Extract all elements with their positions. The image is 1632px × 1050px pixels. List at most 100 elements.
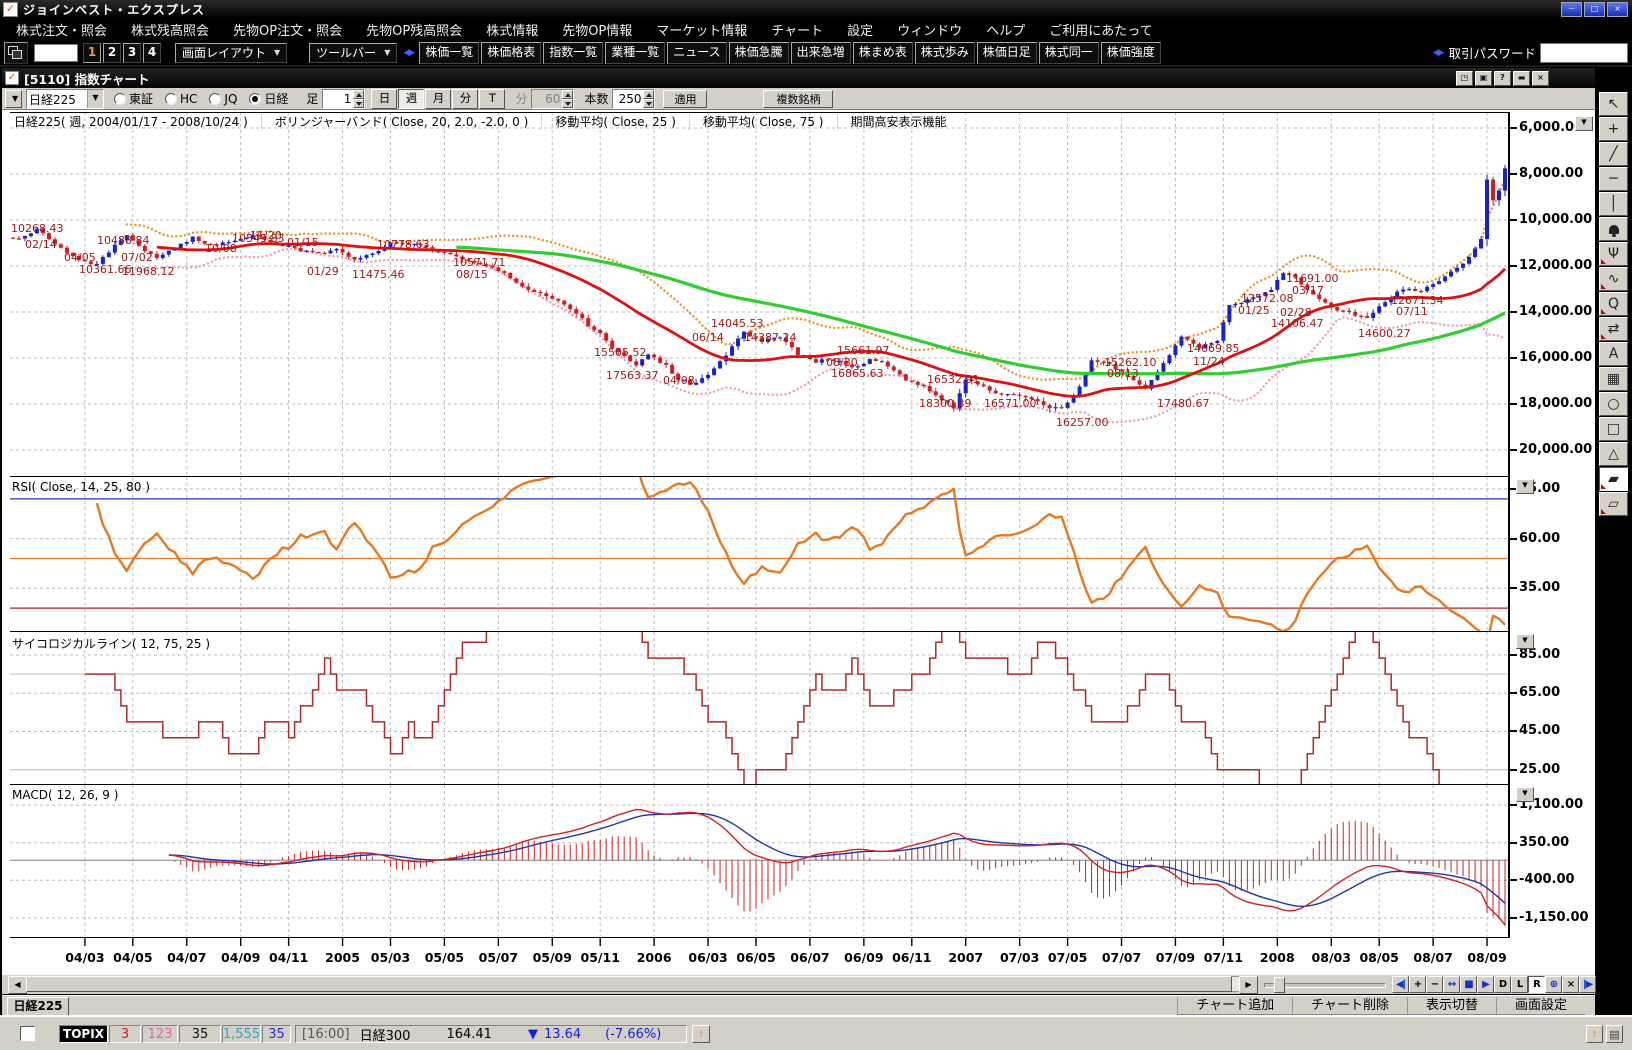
statusbar-list-button[interactable]: ▤ [1606, 1025, 1623, 1043]
pane-scroll-button[interactable]: ▼ [1516, 787, 1534, 802]
quick-button-7[interactable]: 株まめ表 [853, 42, 913, 64]
nav-mode-r-button[interactable]: R [1528, 976, 1545, 993]
symbol-list-button[interactable]: ▼ [5, 90, 22, 108]
stepper-arrows-icon[interactable] [643, 90, 654, 108]
quick-button-0[interactable]: 株価一覧 [419, 42, 479, 64]
nav-magnify-button[interactable]: ⊕ [1545, 976, 1562, 993]
ticker-up-button[interactable]: ↑ [692, 1025, 710, 1043]
market-radio-1[interactable]: HC [165, 92, 197, 106]
macd-panel[interactable] [10, 785, 1508, 938]
tool-crosshair-icon[interactable]: + [1599, 117, 1628, 141]
toolbar-menu-button[interactable]: ツールバー▼ [309, 43, 397, 63]
tool-ellipse-icon[interactable]: ○ [1599, 392, 1628, 416]
menu-item-10[interactable]: ヘルプ [974, 20, 1037, 39]
tool-trend-line-icon[interactable]: ╱ [1599, 142, 1628, 166]
nav-play-button[interactable]: ▶ [1477, 976, 1494, 993]
quick-button-2[interactable]: 指数一覧 [543, 42, 603, 64]
tool-grid-icon[interactable]: ▦ [1599, 367, 1628, 391]
chart-window-duplicate-button[interactable]: ▣ [1475, 71, 1492, 86]
scrollbar-thumb[interactable] [26, 976, 1232, 992]
zoom-slider-handle[interactable] [1274, 977, 1285, 993]
tool-eraser-icon[interactable]: ▰ [1599, 467, 1628, 491]
toolbar-collapse-icon[interactable]: ◀▶ [403, 48, 413, 58]
menu-item-6[interactable]: マーケット情報 [644, 20, 759, 39]
quick-button-11[interactable]: 株価強度 [1101, 42, 1161, 64]
nav-clear-button[interactable]: × [1562, 976, 1579, 993]
tool-vertical-line-icon[interactable]: │ [1599, 192, 1628, 216]
quick-button-6[interactable]: 出来急増 [791, 42, 851, 64]
action-button-2[interactable]: 表示切替 [1407, 997, 1496, 1014]
interval-input[interactable] [323, 90, 353, 108]
action-button-3[interactable]: 画面設定 [1496, 997, 1585, 1014]
tool-rectangle-icon[interactable]: □ [1599, 417, 1628, 441]
chart-window-minimize-button[interactable]: ▬ [1513, 71, 1530, 86]
quick-button-8[interactable]: 株式歩み [915, 42, 975, 64]
tool-triangle-icon[interactable]: △ [1599, 442, 1628, 466]
tab-nikkei225[interactable]: 日経225 [7, 997, 69, 1016]
menu-item-7[interactable]: チャート [759, 20, 835, 39]
tool-fibonacci-fan-icon[interactable]: Ψ [1599, 242, 1628, 266]
nav-mode-l-button[interactable]: L [1511, 976, 1528, 993]
pane-scroll-button[interactable]: ▼ [1516, 479, 1534, 494]
quick-button-9[interactable]: 株価日足 [977, 42, 1037, 64]
menu-item-5[interactable]: 先物OP情報 [550, 20, 644, 39]
menu-item-3[interactable]: 先物OP残高照会 [354, 20, 474, 39]
psychological-panel[interactable] [10, 632, 1508, 785]
statusbar-up-button[interactable]: ↑ [1586, 1025, 1603, 1043]
menu-item-1[interactable]: 株式残高照会 [119, 20, 221, 39]
workspace-button-1[interactable]: 1 [83, 43, 101, 63]
market-radio-0[interactable]: 東証 [114, 90, 153, 107]
nav-mode-d-button[interactable]: D [1494, 976, 1511, 993]
chart-window-help-button[interactable]: ? [1494, 71, 1511, 86]
workspace-button-3[interactable]: 3 [123, 43, 141, 63]
menu-item-4[interactable]: 株式情報 [474, 20, 550, 39]
rsi-panel[interactable] [10, 477, 1508, 632]
workspace-button-2[interactable]: 2 [103, 43, 121, 63]
quick-button-5[interactable]: 株価急騰 [729, 42, 789, 64]
nav-fit-width-button[interactable]: ↔ [1443, 976, 1460, 993]
bar-count-stepper[interactable] [612, 89, 655, 109]
trade-password-input[interactable] [1540, 43, 1628, 63]
symbol-combobox[interactable]: 日経225 ▼ [26, 89, 104, 109]
pane-scroll-button[interactable]: ▼ [1516, 634, 1534, 649]
index-selector[interactable]: TOPIX [59, 1025, 108, 1043]
maximize-button[interactable]: □ [1584, 2, 1605, 17]
period-button-2[interactable]: 月 [425, 89, 451, 109]
combo-dropdown-icon[interactable]: ▼ [87, 90, 103, 108]
screen-layout-button[interactable]: 画面レイアウト▼ [175, 43, 287, 63]
apply-button[interactable]: 適用 [663, 90, 707, 108]
stepper-arrows-icon[interactable] [353, 90, 364, 108]
scroll-left-button[interactable]: ◀ [8, 976, 27, 994]
tool-cursor-icon[interactable]: ↖ [1599, 92, 1628, 116]
menu-item-8[interactable]: 設定 [835, 20, 885, 39]
price-panel[interactable] [10, 112, 1508, 477]
nav-zoom-in-bars-button[interactable]: + [1409, 976, 1426, 993]
tool-quote-list-icon[interactable]: Q [1599, 292, 1628, 316]
menu-item-11[interactable]: ご利用にあたって [1037, 20, 1164, 39]
tool-text-icon[interactable]: A [1599, 342, 1628, 366]
quick-button-3[interactable]: 業種一覧 [605, 42, 665, 64]
period-button-0[interactable]: 日 [371, 89, 397, 109]
menu-item-9[interactable]: ウィンドウ [885, 20, 974, 39]
multi-symbol-button[interactable]: 複数銘柄 [763, 90, 833, 108]
chart-window-close-button[interactable]: × [1532, 71, 1549, 86]
status-checkbox[interactable] [20, 1026, 35, 1041]
nav-zoom-out-bars-button[interactable]: − [1426, 976, 1443, 993]
interval-stepper[interactable] [322, 89, 365, 109]
action-button-1[interactable]: チャート削除 [1292, 997, 1407, 1014]
cascade-windows-icon[interactable] [4, 42, 28, 64]
bar-count-input[interactable] [613, 90, 643, 108]
nav-jump-end-button[interactable]: |▶ [1579, 976, 1596, 993]
tool-alert-icon[interactable] [1599, 217, 1628, 241]
password-collapse-icon[interactable]: ◀▶ [1433, 48, 1443, 58]
quick-button-1[interactable]: 株価格表 [481, 42, 541, 64]
pane-scroll-button[interactable]: ▼ [1575, 116, 1593, 131]
tool-high-low-mark-icon[interactable]: ∿ [1599, 267, 1628, 291]
nav-stop-button[interactable]: ■ [1460, 976, 1477, 993]
chart-window-float-button[interactable]: ◳ [1456, 71, 1473, 86]
market-radio-2[interactable]: JQ [209, 92, 237, 106]
quick-button-10[interactable]: 株式同一 [1039, 42, 1099, 64]
menu-item-2[interactable]: 先物OP注文・照会 [221, 20, 354, 39]
tool-erase-all-icon[interactable]: ▱ [1599, 492, 1628, 516]
close-button[interactable]: × [1607, 2, 1628, 17]
